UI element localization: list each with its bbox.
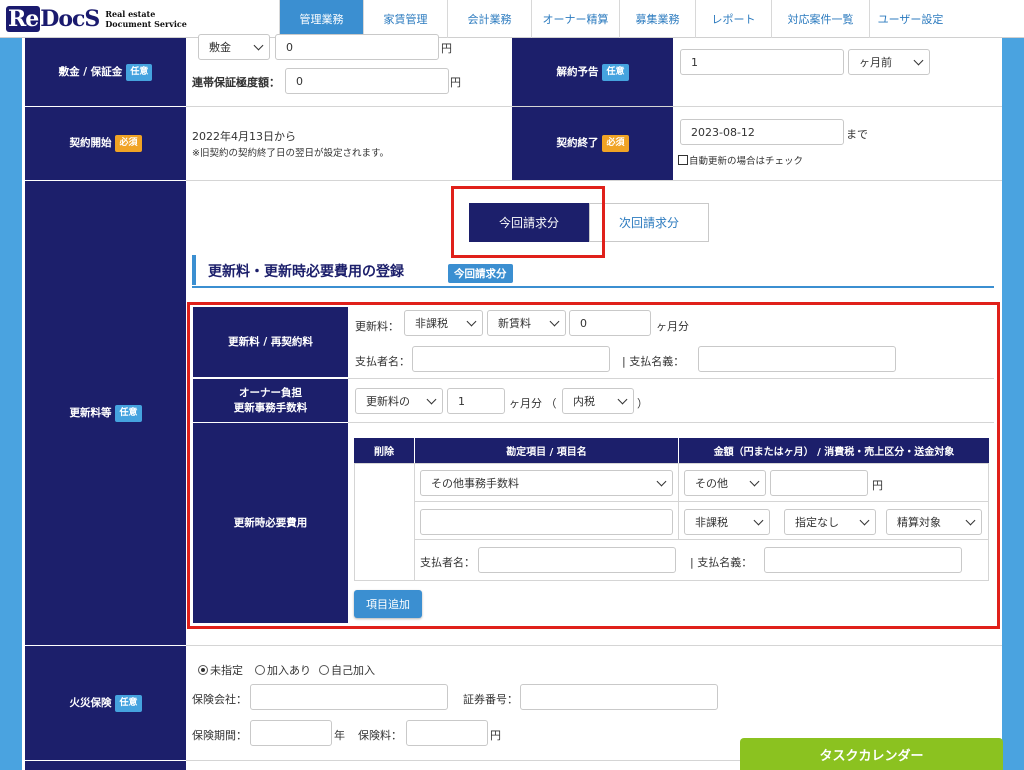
radio-icon[interactable]: [319, 665, 329, 675]
section-badge: 今回請求分: [448, 264, 513, 283]
section-accent: [192, 255, 196, 285]
chevron-down-icon: [253, 40, 264, 51]
logo-mark: ReDocS: [6, 6, 100, 32]
insurance-company-input[interactable]: [250, 684, 448, 710]
divider: [186, 645, 1002, 646]
insurance-cert-label: 証券番号：: [463, 693, 518, 706]
divider: [186, 180, 1002, 181]
section-title: 更新料・更新時必要費用の登録: [208, 264, 404, 280]
cancel-notice-label: 解約予告 任意: [512, 38, 673, 106]
insurance-radio-none[interactable]: 未指定: [198, 662, 243, 678]
insurance-fee-input[interactable]: [406, 720, 488, 746]
required-badge: 必須: [115, 135, 142, 152]
next-billing-toggle[interactable]: 次回請求分: [589, 203, 709, 242]
contract-end-input[interactable]: 2023-08-12: [680, 119, 844, 145]
tab-owner-settlement[interactable]: オーナー精算: [531, 0, 619, 38]
tab-management[interactable]: 管理業務: [279, 0, 363, 38]
radio-selected-icon[interactable]: [198, 665, 208, 675]
optional-badge: 任意: [115, 694, 142, 712]
optional-badge: 任意: [126, 63, 153, 81]
insurance-cert-input[interactable]: [520, 684, 718, 710]
tab-rent[interactable]: 家賃管理: [363, 0, 447, 38]
cancel-notice-input[interactable]: 1: [680, 49, 844, 75]
highlight-box: [451, 186, 605, 258]
contract-start-label: 契約開始 必須: [25, 107, 186, 180]
auto-renew-checkbox[interactable]: 自動更新の場合はチェック: [678, 153, 803, 167]
insurance-company-label: 保険会社：: [192, 693, 247, 706]
section-underline: [192, 286, 994, 288]
insurance-radio-self[interactable]: 自己加入: [319, 662, 375, 678]
highlight-box: [187, 302, 1000, 629]
deposit-amount-input[interactable]: 0: [275, 34, 439, 60]
required-badge: 必須: [602, 135, 629, 152]
optional-badge: 任意: [602, 63, 629, 81]
tab-report[interactable]: レポート: [695, 0, 771, 38]
insurance-period-input[interactable]: [250, 720, 332, 746]
guarantee-input[interactable]: 0: [285, 68, 449, 94]
insurance-radio-enrolled[interactable]: 加入あり: [255, 662, 311, 678]
contract-start-note: ※旧契約の契約終了日の翌日が設定されます。: [192, 148, 390, 159]
checkbox-icon[interactable]: [678, 155, 688, 165]
logo-subtitle: Real estate Document Service: [105, 9, 187, 29]
deposit-type-select[interactable]: 敷金: [198, 34, 270, 60]
contract-start-text: 2022年4月13日から: [192, 130, 296, 143]
insurance-period-unit: 年: [334, 729, 345, 742]
chevron-down-icon: [913, 55, 924, 66]
cancel-notice-unit-select[interactable]: ヶ月前: [848, 49, 930, 75]
radio-icon[interactable]: [255, 665, 265, 675]
insurance-fee-label: 保険料：: [358, 729, 402, 742]
contract-end-suffix: まで: [846, 128, 868, 141]
deposit-label: 敷金 / 保証金 任意: [25, 38, 186, 106]
next-row-label: [25, 761, 186, 770]
guarantee-yen: 円: [450, 76, 461, 89]
tab-accounting[interactable]: 会計業務: [447, 0, 531, 38]
optional-badge: 任意: [115, 404, 142, 422]
insurance-fee-unit: 円: [490, 729, 501, 742]
redocs-logo[interactable]: ReDocS Real estate Document Service: [6, 4, 187, 34]
top-bar: ReDocS Real estate Document Service 管理業務 …: [0, 0, 1024, 38]
tab-cases[interactable]: 対応案件一覧: [771, 0, 869, 38]
renewal-label: 更新料等 任意: [25, 181, 186, 645]
main-nav: 管理業務 家賃管理 会計業務 オーナー精算 募集業務 レポート 対応案件一覧 ユ…: [279, 0, 951, 38]
tab-recruitment[interactable]: 募集業務: [619, 0, 695, 38]
fire-insurance-label: 火災保険 任意: [25, 646, 186, 760]
deposit-yen: 円: [441, 42, 452, 55]
task-calendar-button[interactable]: タスクカレンダー: [740, 738, 1003, 770]
guarantee-label: 連帯保証極度額：: [192, 76, 280, 89]
contract-form: 敷金 / 保証金 任意 敷金 0 円 連帯保証極度額： 0 円 解約予告 任意 1 …: [22, 34, 1002, 770]
tab-user-settings[interactable]: ユーザー設定: [869, 0, 951, 38]
insurance-period-label: 保険期間：: [192, 729, 247, 742]
contract-end-label: 契約終了 必須: [512, 107, 673, 180]
